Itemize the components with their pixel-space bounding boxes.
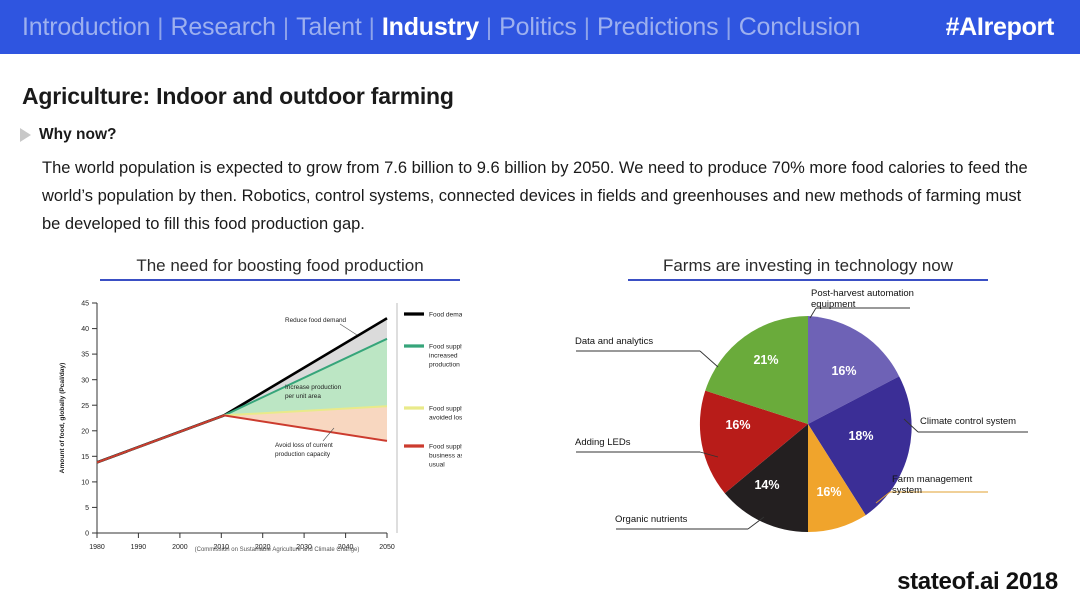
top-navigation-bar: Introduction | Research | Talent | Indus… <box>0 0 1080 57</box>
legend-label-increased-production-1: Food supply – <box>429 344 462 351</box>
body-paragraph: The world population is expected to grow… <box>42 159 1028 233</box>
pie-value-farm-management: 16% <box>816 485 841 499</box>
legend-label-food-demand: Food demand <box>429 312 462 319</box>
legend-label-business-as-usual-2: business as <box>429 453 462 460</box>
nav-separator: | <box>725 13 732 41</box>
triangle-bullet-icon <box>20 128 31 142</box>
pie-value-post-harvest: 16% <box>831 364 856 378</box>
nav-separator: | <box>485 13 493 41</box>
annotation-reduce-food-demand: Reduce food demand <box>285 317 347 324</box>
nav-item-talent[interactable]: Talent <box>296 13 362 42</box>
left-chart-heading: The need for boosting food production <box>100 256 460 281</box>
chart-source-caption: (Commission on Sustainable Agriculture a… <box>194 547 360 553</box>
annotation-increase-production-line1: Increase production <box>285 384 342 391</box>
legend-label-increased-production-2: increased <box>429 353 458 360</box>
y-tick-15: 15 <box>81 454 89 461</box>
y-tick-5: 5 <box>85 505 89 512</box>
pie-value-organic-nutrients: 14% <box>754 478 779 492</box>
y-tick-35: 35 <box>81 352 89 359</box>
nav-separator: | <box>157 13 164 41</box>
pie-callout-data-analytics: Data and analytics <box>575 336 654 347</box>
footer-brand: stateof.ai 2018 <box>897 568 1058 595</box>
pie-callout-organic-nutrients: Organic nutrients <box>615 514 688 525</box>
page-title: Agriculture: Indoor and outdoor farming <box>22 83 454 109</box>
nav-item-conclusion[interactable]: Conclusion <box>739 13 861 42</box>
pie-callout-post-harvest-line1: Post-harvest automation <box>811 288 914 299</box>
legend-label-increased-production-3: production <box>429 362 460 369</box>
line-chart-svg: 45 40 35 30 25 20 15 10 5 0 1980 1990 20… <box>42 295 462 560</box>
pie-value-adding-leds: 16% <box>725 418 750 432</box>
right-chart-panel: Farms are investing in technology now 16… <box>558 256 1058 560</box>
nav-item-politics[interactable]: Politics <box>499 13 577 42</box>
annotation-avoid-loss-line1: Avoid loss of current <box>275 442 333 449</box>
y-tick-25: 25 <box>81 403 89 410</box>
nav-item-industry[interactable]: Industry <box>382 13 479 42</box>
section-label: Why now? <box>39 126 117 143</box>
y-tick-20: 20 <box>81 428 89 435</box>
right-chart-heading: Farms are investing in technology now <box>628 256 988 281</box>
pie-callout-post-harvest: Post-harvest automation equipment <box>811 288 914 310</box>
left-chart-panel: The need for boosting food production 45… <box>20 256 540 560</box>
y-tick-30: 30 <box>81 377 89 384</box>
report-hashtag: #AIreport <box>945 12 1055 41</box>
pie-callout-farm-management: Farm management system <box>892 474 972 496</box>
legend-label-business-as-usual-1: Food supply – <box>429 444 462 451</box>
farm-technology-pie-chart: 16% 18% 16% 14% 16% 21% Post-harvest aut… <box>558 288 1058 559</box>
legend-label-avoided-losses-1: Food supply – <box>429 406 462 413</box>
y-tick-0: 0 <box>85 531 89 538</box>
nav-separator: | <box>583 13 590 41</box>
pie-value-climate-control: 18% <box>848 429 873 443</box>
pie-callout-adding-leds: Adding LEDs <box>575 437 631 448</box>
nav-item-predictions[interactable]: Predictions <box>597 13 719 42</box>
y-tick-40: 40 <box>81 326 89 333</box>
pie-callout-farm-management-line2: system <box>892 485 923 496</box>
nav-item-research[interactable]: Research <box>170 13 276 42</box>
pie-callout-farm-management-line1: Farm management <box>892 474 973 485</box>
y-tick-10: 10 <box>81 480 89 487</box>
annotation-increase-production-line2: per unit area <box>285 393 321 400</box>
pie-callout-post-harvest-line2: equipment <box>811 299 856 310</box>
nav-item-introduction[interactable]: Introduction <box>22 13 150 42</box>
pie-callout-climate-control: Climate control system <box>920 416 1017 427</box>
y-axis-label: Amount of food, globally (Pcal/day) <box>59 363 66 474</box>
nav-separator: | <box>282 13 290 41</box>
pie-value-data-analytics: 21% <box>753 353 778 367</box>
annotation-avoid-loss-line2: production capacity <box>275 451 331 458</box>
section-header: Why now? <box>20 126 1080 144</box>
y-tick-45: 45 <box>81 301 89 308</box>
charts-container: The need for boosting food production 45… <box>0 256 1080 560</box>
food-production-line-chart: 45 40 35 30 25 20 15 10 5 0 1980 1990 20… <box>42 295 462 560</box>
legend-label-business-as-usual-3: usual <box>429 462 445 469</box>
nav-item-list: Introduction | Research | Talent | Indus… <box>22 13 861 42</box>
nav-separator: | <box>368 13 375 41</box>
legend-label-avoided-losses-2: avoided losses <box>429 415 462 422</box>
